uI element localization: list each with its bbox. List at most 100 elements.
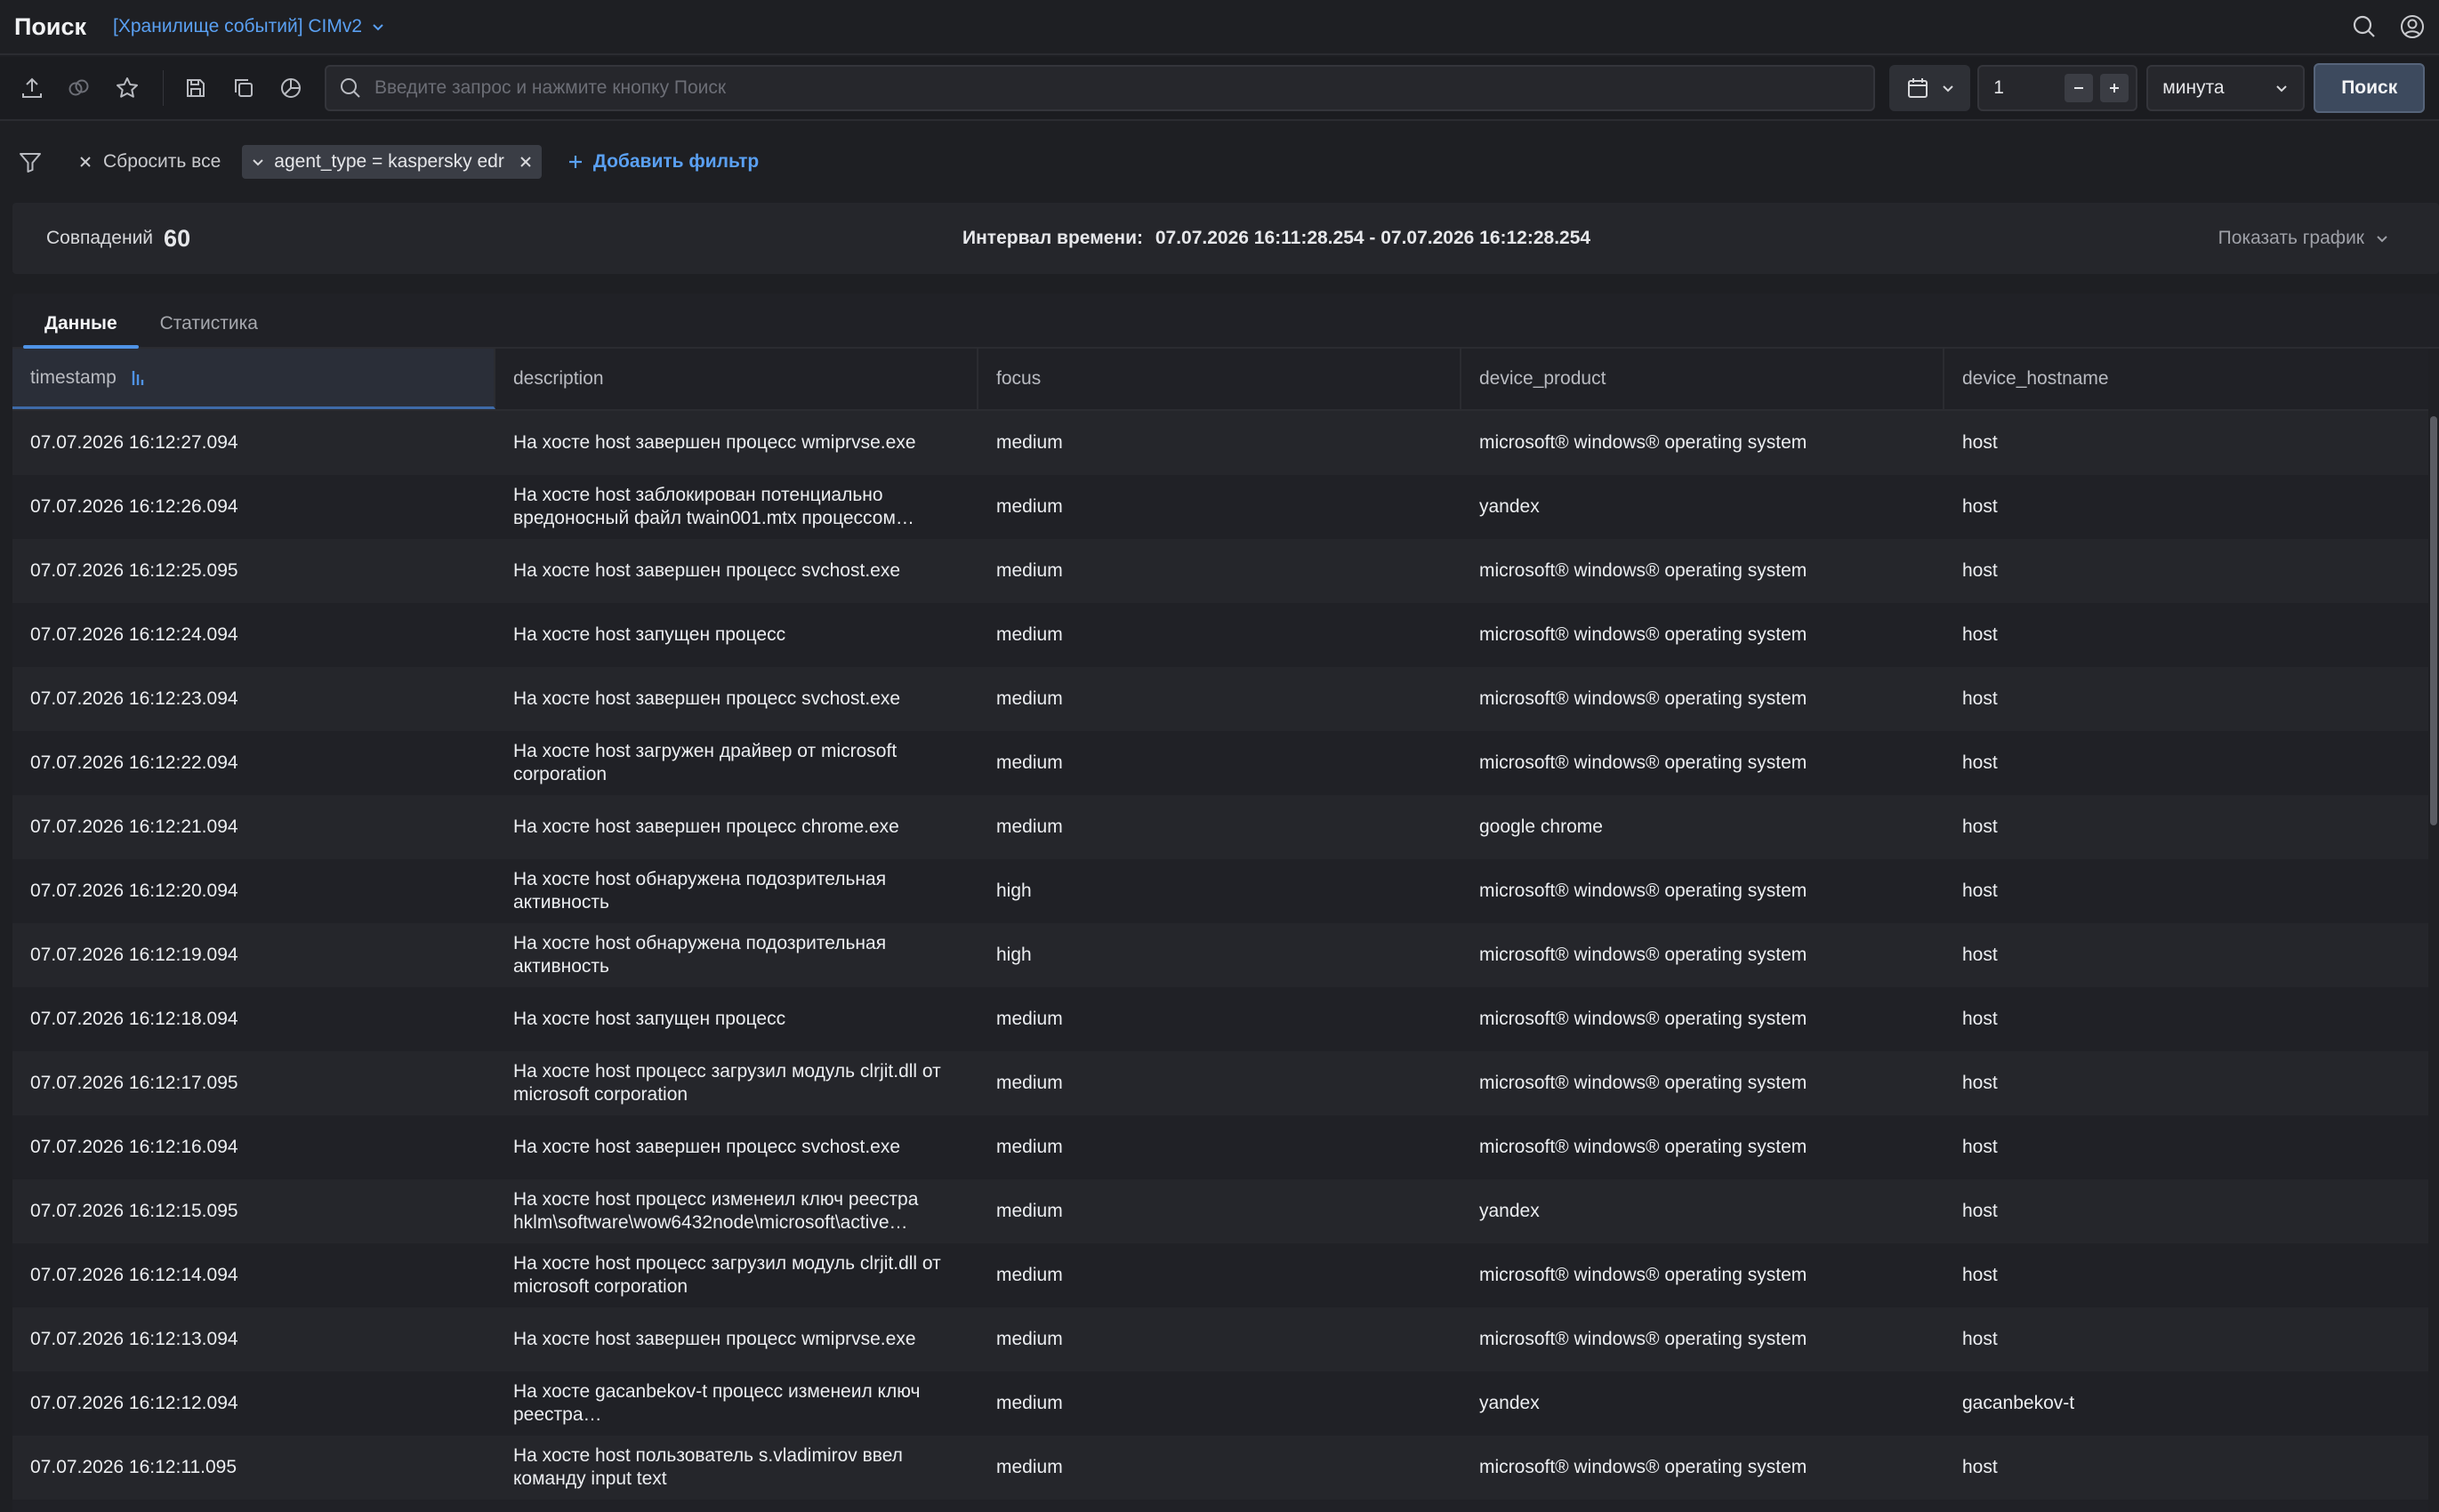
table-row[interactable]: 07.07.2026 16:12:11.095 На хосте host пол… xyxy=(12,1436,2428,1500)
table-row[interactable]: 07.07.2026 16:12:26.094 На хосте host заб… xyxy=(12,475,2428,539)
focus-cell: medium xyxy=(996,496,1063,517)
filter-icon[interactable] xyxy=(18,149,43,174)
results-panel: Данные Статистика timestamp description … xyxy=(12,294,2439,1512)
table-row[interactable]: 07.07.2026 16:12:14.094 На хосте host про… xyxy=(12,1243,2428,1307)
device-hostname-cell: host xyxy=(1962,945,1998,965)
table-row[interactable]: 07.07.2026 16:12:16.094 На хосте host зав… xyxy=(12,1115,2428,1179)
column-header-description[interactable]: description xyxy=(495,349,978,409)
chevron-down-icon[interactable] xyxy=(251,155,265,169)
column-header-focus[interactable]: focus xyxy=(978,349,1461,409)
tab-statistics[interactable]: Статистика xyxy=(139,313,279,347)
summary-panel: Совпадений 60 Интервал времени: 07.07.20… xyxy=(12,203,2439,274)
toolbar-divider xyxy=(162,70,165,106)
link-button[interactable] xyxy=(62,70,98,106)
device-product-cell: microsoft® windows® operating system xyxy=(1479,1457,1807,1477)
table-row[interactable]: 07.07.2026 16:12:17.095 На хосте host про… xyxy=(12,1051,2428,1115)
table-row[interactable]: 07.07.2026 16:12:23.094 На хосте host зав… xyxy=(12,667,2428,731)
scrollbar-thumb[interactable] xyxy=(2430,416,2437,825)
focus-cell: medium xyxy=(996,560,1063,581)
query-input[interactable] xyxy=(374,77,1862,99)
star-icon xyxy=(115,76,140,101)
device-product-cell: microsoft® windows® operating system xyxy=(1479,752,1807,773)
column-header-label: device_product xyxy=(1479,368,1606,389)
timestamp-cell: 07.07.2026 16:12:12.094 xyxy=(30,1393,238,1413)
description-cell: На хосте host запущен процесс xyxy=(513,624,786,645)
top-header: Поиск [Хранилище событий] CIMv2 xyxy=(0,0,2439,55)
filter-bar: Сбросить все agent_type = kaspersky edr … xyxy=(0,121,2439,203)
table-row[interactable]: 07.07.2026 16:12:19.094 На хосте host обн… xyxy=(12,923,2428,987)
chart-button[interactable] xyxy=(273,70,309,106)
focus-cell: medium xyxy=(996,1329,1063,1349)
device-hostname-cell: host xyxy=(1962,1329,1998,1349)
sort-icon[interactable] xyxy=(131,368,147,388)
storage-selector[interactable]: [Хранилище событий] CIMv2 xyxy=(113,16,385,37)
close-icon[interactable] xyxy=(519,155,533,169)
focus-cell: medium xyxy=(996,432,1063,453)
column-header-device-hostname[interactable]: device_hostname xyxy=(1944,349,2427,409)
timestamp-cell: 07.07.2026 16:12:14.094 xyxy=(30,1265,238,1285)
device-product-cell: yandex xyxy=(1479,1201,1540,1221)
timestamp-cell: 07.07.2026 16:12:13.094 xyxy=(30,1329,238,1349)
reset-filters-button[interactable]: Сбросить все xyxy=(78,151,221,173)
column-header-device-product[interactable]: device_product xyxy=(1461,349,1944,409)
table-row[interactable]: 07.07.2026 16:12:21.094 На хосте host зав… xyxy=(12,795,2428,859)
focus-cell: medium xyxy=(996,1137,1063,1157)
device-product-cell: microsoft® windows® operating system xyxy=(1479,1265,1807,1285)
device-hostname-cell: host xyxy=(1962,624,1998,645)
device-product-cell: microsoft® windows® operating system xyxy=(1479,688,1807,709)
search-button[interactable]: Поиск xyxy=(2314,63,2425,113)
focus-cell: high xyxy=(996,945,1032,965)
date-range-button[interactable] xyxy=(1889,65,1971,111)
table-row[interactable]: 07.07.2026 16:12:24.094 На хосте host зап… xyxy=(12,603,2428,667)
add-filter-button[interactable]: Добавить фильтр xyxy=(567,151,759,173)
column-header-timestamp[interactable]: timestamp xyxy=(12,349,495,409)
device-product-cell: microsoft® windows® operating system xyxy=(1479,945,1807,965)
period-unit-value: минута xyxy=(2162,77,2225,98)
table-row[interactable]: 07.07.2026 16:12:27.094 На хосте host зав… xyxy=(12,411,2428,475)
period-unit-select[interactable]: минута xyxy=(2146,65,2306,111)
interval-value: 07.07.2026 16:11:28.254 - 07.07.2026 16:… xyxy=(1155,228,1591,248)
export-button[interactable] xyxy=(14,70,50,106)
timestamp-cell: 07.07.2026 16:12:11.095 xyxy=(30,1457,237,1477)
increment-button[interactable] xyxy=(2100,74,2129,102)
scrollbar-track[interactable] xyxy=(2428,349,2439,1512)
device-product-cell: microsoft® windows® operating system xyxy=(1479,432,1807,453)
table-row[interactable]: 07.07.2026 16:12:22.094 На хосте host заг… xyxy=(12,731,2428,795)
timestamp-cell: 07.07.2026 16:12:17.095 xyxy=(30,1073,238,1093)
table-row[interactable]: 07.07.2026 16:12:15.095 На хосте host про… xyxy=(12,1179,2428,1243)
pie-chart-icon xyxy=(278,76,303,101)
description-cell: На хосте host загружен драйвер от micros… xyxy=(513,741,898,784)
timestamp-cell: 07.07.2026 16:12:21.094 xyxy=(30,816,238,837)
decrement-button[interactable] xyxy=(2065,74,2094,102)
show-chart-toggle[interactable]: Показать график xyxy=(2218,228,2389,249)
search-icon[interactable] xyxy=(2352,14,2377,39)
tab-data[interactable]: Данные xyxy=(23,313,139,349)
column-header-label: focus xyxy=(996,368,1042,389)
table-row[interactable]: 07.07.2026 16:12:18.094 На хосте host зап… xyxy=(12,987,2428,1051)
table-row[interactable]: 07.07.2026 16:12:12.094 На хосте gacanbek… xyxy=(12,1371,2428,1436)
user-icon[interactable] xyxy=(2400,14,2425,39)
device-hostname-cell: host xyxy=(1962,881,1998,901)
focus-cell: medium xyxy=(996,1393,1063,1413)
reset-filters-label: Сбросить все xyxy=(103,151,221,172)
table-row[interactable]: 07.07.2026 16:12:13.094 На хосте host зав… xyxy=(12,1307,2428,1371)
timestamp-cell: 07.07.2026 16:12:19.094 xyxy=(30,945,238,965)
timestamp-cell: 07.07.2026 16:12:26.094 xyxy=(30,496,238,517)
description-cell: На хосте host завершен процесс wmiprvse.… xyxy=(513,432,916,453)
period-value[interactable]: 1 xyxy=(1993,77,2065,99)
filter-chip[interactable]: agent_type = kaspersky edr xyxy=(242,145,542,179)
calendar-icon xyxy=(1905,76,1930,101)
device-hostname-cell: host xyxy=(1962,432,1998,453)
query-box xyxy=(324,65,1876,111)
table-row[interactable]: 07.07.2026 16:12:25.095 На хосте host зав… xyxy=(12,539,2428,603)
device-hostname-cell: host xyxy=(1962,496,1998,517)
table-row[interactable]: 07.07.2026 16:12:20.094 На хосте host обн… xyxy=(12,859,2428,923)
device-product-cell: microsoft® windows® operating system xyxy=(1479,1009,1807,1029)
description-cell: На хосте host заблокирован потенциально … xyxy=(513,485,914,528)
matches-label: Совпадений xyxy=(46,228,154,248)
favorite-button[interactable] xyxy=(109,70,145,106)
copy-button[interactable] xyxy=(226,70,262,106)
save-button[interactable] xyxy=(178,70,213,106)
column-header-label: description xyxy=(513,368,604,389)
description-cell: На хосте host завершен процесс svchost.e… xyxy=(513,560,901,581)
